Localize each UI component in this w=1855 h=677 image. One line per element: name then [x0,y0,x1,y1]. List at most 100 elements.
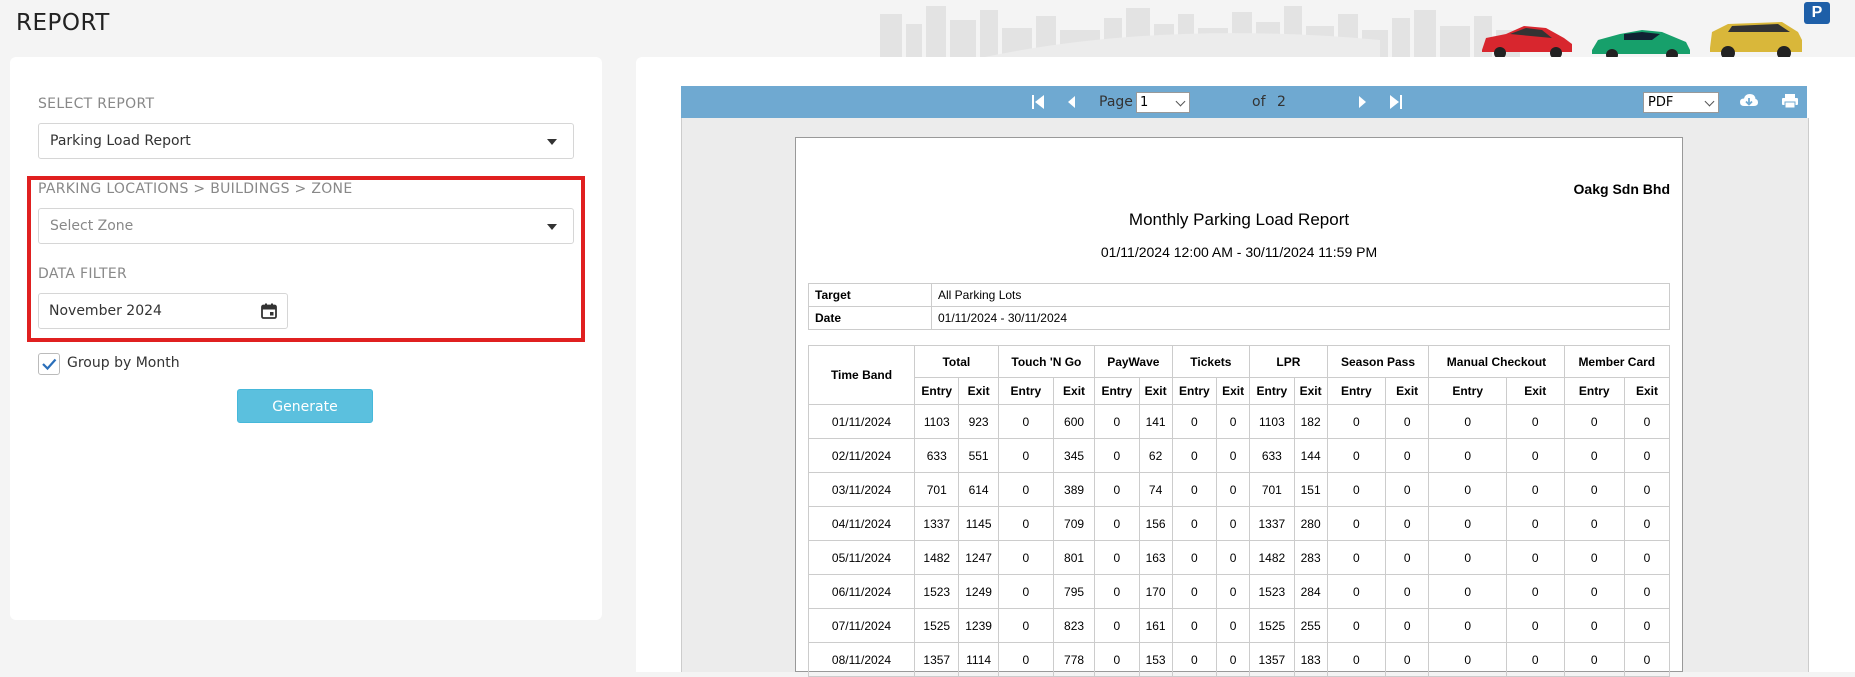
table-cell: 0 [1563,608,1625,643]
table-cell: 551 [958,438,999,473]
of-label: of [1252,94,1266,110]
table-cell: 0 [1384,472,1430,507]
table-row: 02/11/2024 633 551 0 345 0 62 0 0 633 144 0 0 0 0 0 0 [808,438,1671,473]
group-by-month-label[interactable]: Group by Month [67,355,180,371]
first-page-icon[interactable] [1031,94,1045,110]
table-cell: 0 [1623,574,1671,609]
page-number-value: 1 [1140,95,1149,110]
table-cell: 0 [997,608,1055,643]
entry-header: Entry [997,377,1055,405]
generate-button[interactable]: Generate [237,389,373,423]
page-label: Page [1099,94,1133,110]
month-picker-input[interactable]: November 2024 [38,293,288,329]
download-icon[interactable] [1739,93,1759,109]
table-cell: 389 [1052,472,1096,507]
table-cell: 0 [997,438,1055,473]
time-band-cell: 08/11/2024 [808,642,915,677]
table-cell: 923 [958,404,999,439]
table-cell: 0 [1428,404,1507,439]
export-format-value: PDF [1648,95,1674,110]
group-header: Manual Checkout [1428,345,1565,378]
location-label: PARKING LOCATIONS > BUILDINGS > ZONE [38,181,353,197]
export-format-select[interactable]: PDF [1643,92,1719,113]
table-cell: 345 [1052,438,1096,473]
parking-load-table: Time Band Total Touch 'N Go PayWave Tickets… [808,345,1671,677]
page-number-select[interactable]: 1 [1136,92,1190,113]
table-cell: 614 [958,472,999,507]
table-cell: 0 [1505,540,1565,575]
table-cell: 1337 [1249,506,1295,541]
month-value: November 2024 [49,303,162,319]
table-cell: 0 [1563,540,1625,575]
table-cell: 0 [1428,438,1507,473]
table-cell: 0 [1384,540,1430,575]
table-cell: 778 [1052,642,1096,677]
group-header: Touch 'N Go [997,345,1096,378]
meta-value: 01/11/2024 - 30/11/2024 [931,306,1670,330]
table-cell: 1523 [913,574,960,609]
table-cell: 600 [1052,404,1096,439]
group-header: Tickets [1171,345,1251,378]
table-cell: 183 [1293,642,1328,677]
zone-select[interactable]: Select Zone [38,208,574,244]
table-cell: 1249 [958,574,999,609]
prev-page-icon[interactable] [1066,95,1076,109]
table-cell: 0 [1563,404,1625,439]
table-cell: 255 [1293,608,1328,643]
table-cell: 701 [913,472,960,507]
table-header-row: Time Band Total Touch 'N Go PayWave Tickets… [808,345,1671,405]
table-cell: 151 [1293,472,1328,507]
table-cell: 0 [1094,472,1140,507]
table-cell: 0 [1216,472,1251,507]
group-header: Season Pass [1326,345,1430,378]
table-cell: 0 [1171,404,1218,439]
meta-key: Date [808,306,932,330]
table-cell: 0 [1094,540,1140,575]
last-page-icon[interactable] [1389,94,1403,110]
table-cell: 163 [1138,540,1173,575]
table-cell: 0 [1505,506,1565,541]
table-cell: 0 [1428,472,1507,507]
table-cell: 0 [1171,506,1218,541]
table-cell: 161 [1138,608,1173,643]
table-cell: 0 [997,642,1055,677]
table-cell: 62 [1138,438,1173,473]
table-cell: 0 [1216,540,1251,575]
time-band-cell: 05/11/2024 [808,540,915,575]
entry-header: Entry [1094,377,1140,405]
table-row: 06/11/2024 1523 1249 0 795 0 170 0 0 1523 284 0 0 0 0 0… [808,574,1671,609]
table-cell: 0 [1384,608,1430,643]
table-cell: 0 [1171,540,1218,575]
table-cell: 283 [1293,540,1328,575]
next-page-icon[interactable] [1358,95,1368,109]
table-cell: 0 [1428,574,1507,609]
table-cell: 0 [1171,608,1218,643]
table-cell: 0 [1505,642,1565,677]
report-type-select[interactable]: Parking Load Report [38,123,574,159]
table-cell: 0 [1623,540,1671,575]
exit-header: Exit [1138,377,1173,405]
table-cell: 0 [1505,438,1565,473]
table-cell: 144 [1293,438,1328,473]
time-band-cell: 01/11/2024 [808,404,915,439]
table-row: 03/11/2024 701 614 0 389 0 74 0 0 701 151 0 0 0 0 0 0 [808,472,1671,507]
table-cell: 170 [1138,574,1173,609]
group-by-month-checkbox[interactable] [38,353,60,375]
time-band-cell: 04/11/2024 [808,506,915,541]
table-cell: 633 [913,438,960,473]
report-type-value: Parking Load Report [50,133,191,149]
exit-header: Exit [1052,377,1096,405]
table-cell: 1114 [958,642,999,677]
table-cell: 0 [1623,472,1671,507]
table-cell: 0 [1216,404,1251,439]
table-cell: 0 [997,574,1055,609]
chevron-down-icon [547,224,557,230]
print-icon[interactable] [1781,93,1799,109]
calendar-icon[interactable] [261,303,277,319]
table-cell: 0 [1216,574,1251,609]
table-cell: 0 [1326,404,1387,439]
table-cell: 0 [1326,540,1387,575]
table-cell: 709 [1052,506,1096,541]
table-cell: 1145 [958,506,999,541]
table-cell: 182 [1293,404,1328,439]
